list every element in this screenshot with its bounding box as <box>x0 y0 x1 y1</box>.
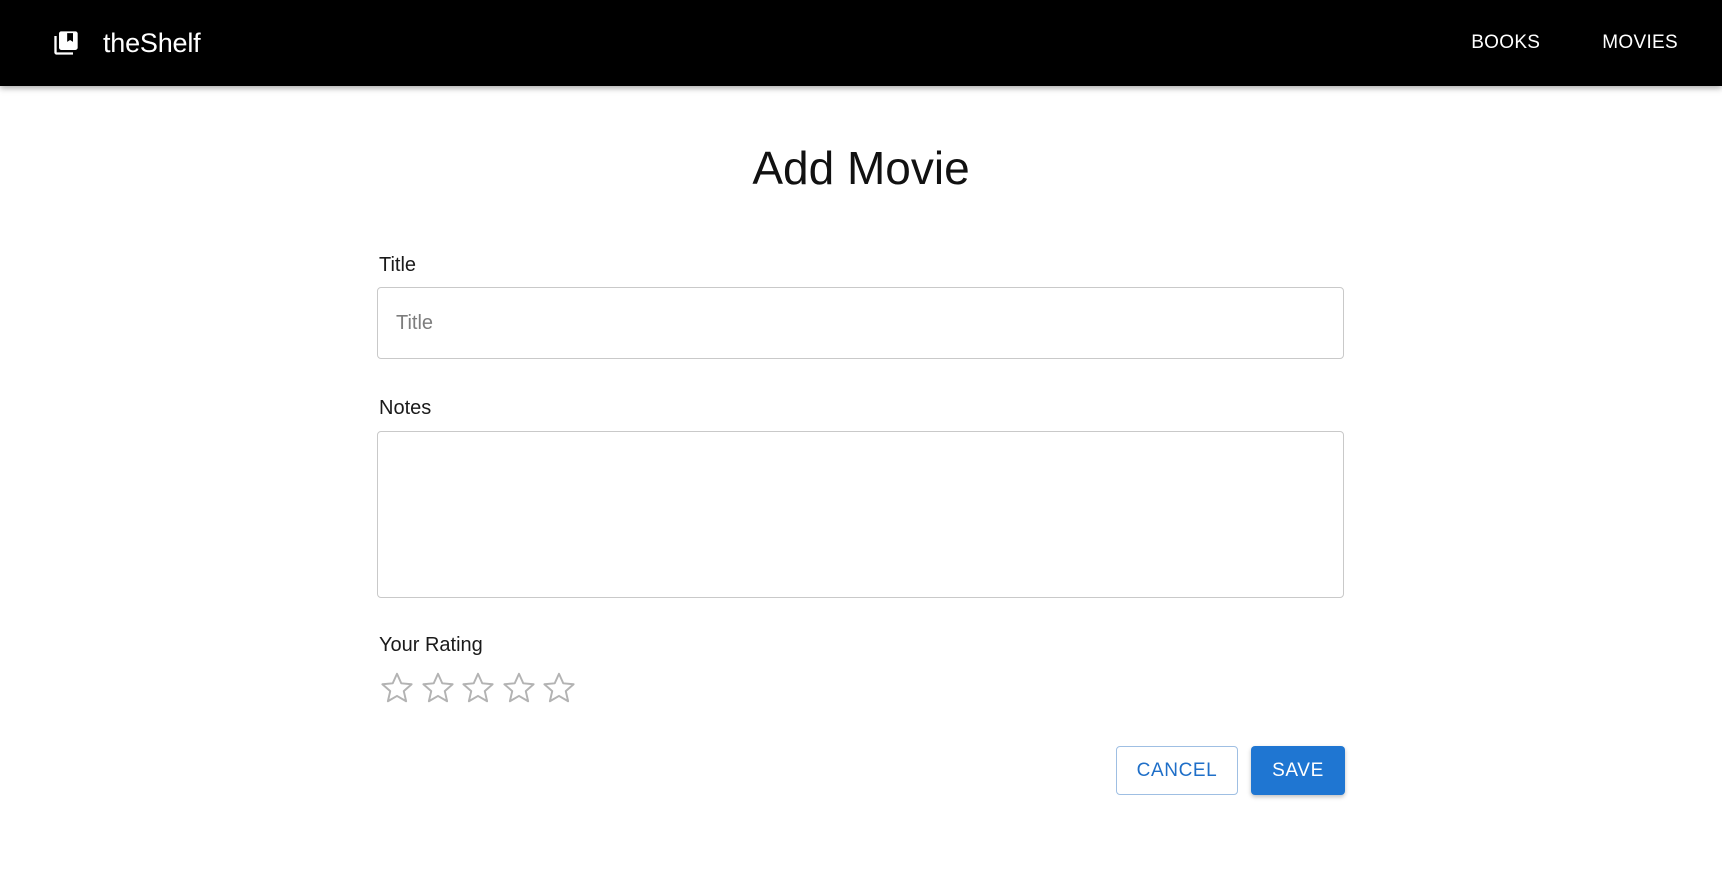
star-outline-icon[interactable] <box>420 670 456 706</box>
brand-name: theShelf <box>103 27 201 58</box>
title-label: Title <box>379 254 417 276</box>
rating-label: Your Rating <box>379 634 483 656</box>
star-outline-icon[interactable] <box>541 670 577 706</box>
nav-link-books[interactable]: BOOKS <box>1471 32 1540 54</box>
notes-label: Notes <box>379 397 432 419</box>
save-button[interactable]: SAVE <box>1251 746 1345 795</box>
cancel-button[interactable]: CANCEL <box>1116 746 1238 795</box>
star-outline-icon[interactable] <box>379 670 415 706</box>
library-books-icon <box>52 29 80 57</box>
brand[interactable]: theShelf <box>52 0 201 86</box>
star-outline-icon[interactable] <box>460 670 496 706</box>
main-nav: BOOKS MOVIES <box>1409 0 1678 86</box>
title-input[interactable] <box>377 287 1344 359</box>
page-title: Add Movie <box>752 142 970 194</box>
star-outline-icon[interactable] <box>501 670 537 706</box>
star-rating <box>379 670 582 706</box>
notes-textarea[interactable] <box>377 431 1344 598</box>
app-bar: theShelf BOOKS MOVIES <box>0 0 1722 86</box>
nav-link-movies[interactable]: MOVIES <box>1602 32 1678 54</box>
